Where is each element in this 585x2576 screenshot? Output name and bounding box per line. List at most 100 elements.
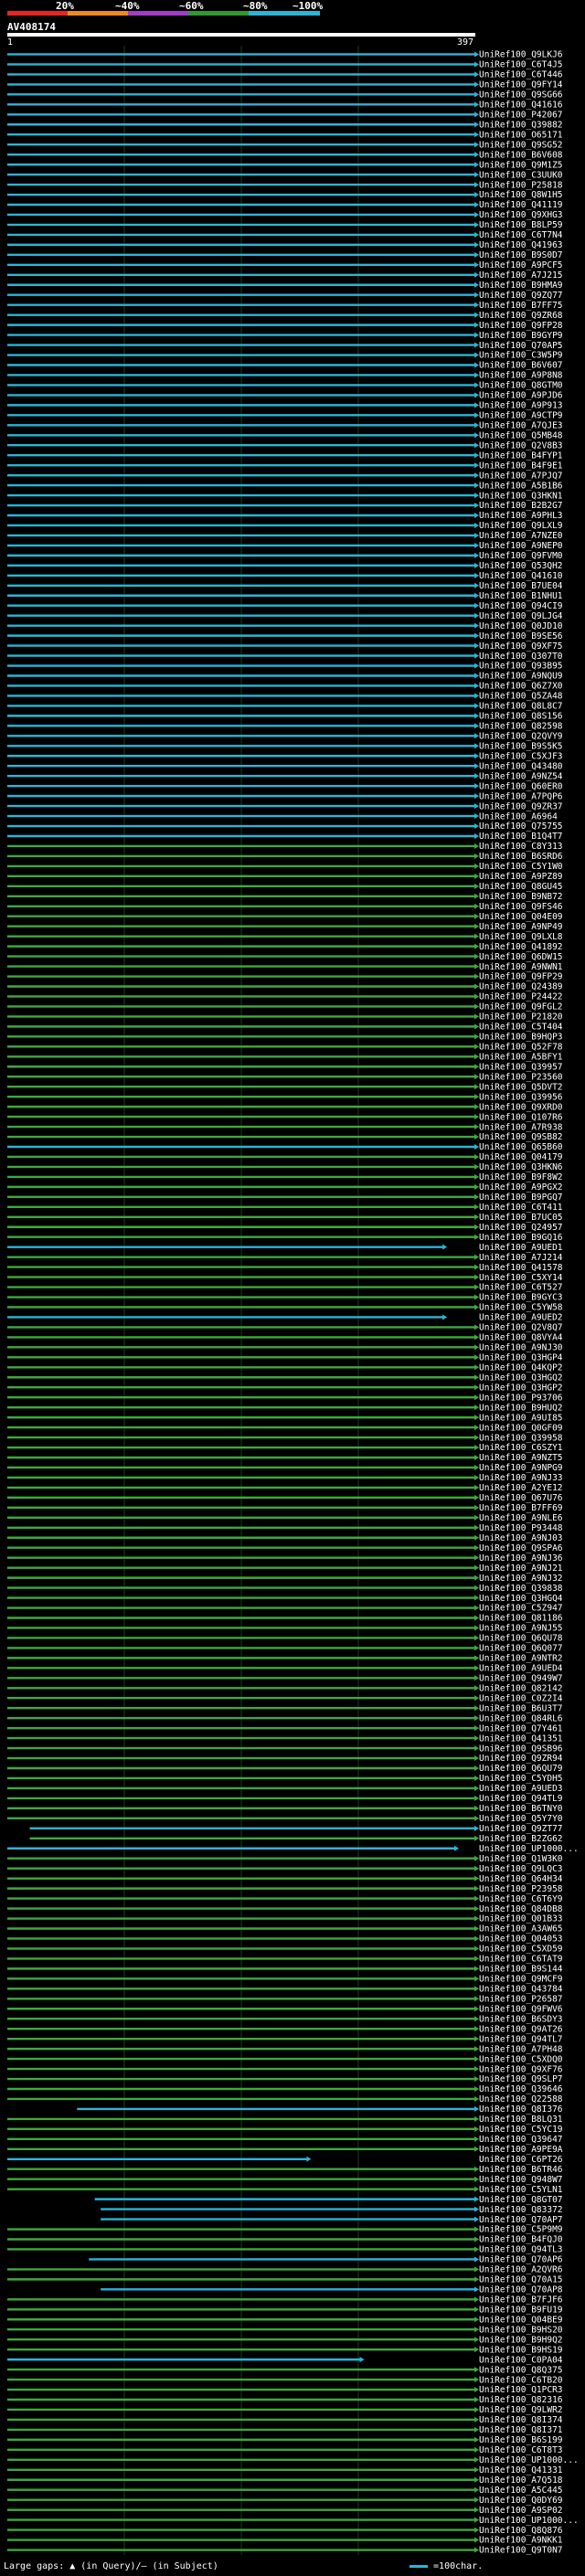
hit-row: UniRef100_B1NHU1 bbox=[7, 591, 563, 601]
hit-label: UniRef100_B7UE04 bbox=[479, 581, 563, 591]
hit-row: UniRef100_Q9SLP7 bbox=[7, 2074, 563, 2084]
hit-row: UniRef100_Q9ZR37 bbox=[7, 801, 563, 811]
hit-label: UniRef100_A9NP49 bbox=[479, 922, 563, 932]
hit-label: UniRef100_A9SP02 bbox=[479, 2506, 563, 2516]
hit-label: UniRef100_Q8VYA4 bbox=[479, 1333, 563, 1343]
hit-row: UniRef100_C6T7N4 bbox=[7, 230, 563, 240]
hit-row: UniRef100_A7J215 bbox=[7, 270, 563, 281]
hit-label: UniRef100_C6T527 bbox=[479, 1283, 563, 1293]
hit-label: UniRef100_Q8L8C7 bbox=[479, 702, 563, 712]
hit-label: UniRef100_A9NTR2 bbox=[479, 1654, 563, 1664]
hit-label: UniRef100_Q04179 bbox=[479, 1152, 563, 1162]
hit-label: UniRef100_P23560 bbox=[479, 1072, 563, 1082]
hit-label: UniRef100_Q9LXL9 bbox=[479, 521, 563, 531]
hit-label: UniRef100_B9HS20 bbox=[479, 2325, 563, 2335]
hit-label: UniRef100_Q70AP6 bbox=[479, 2255, 563, 2265]
hit-row: UniRef100_Q60ER0 bbox=[7, 781, 563, 791]
hit-row: UniRef100_C5YC19 bbox=[7, 2125, 563, 2135]
hit-row: UniRef100_A9NJ21 bbox=[7, 1564, 563, 1574]
hit-row: UniRef100_A9UED1 bbox=[7, 1243, 563, 1253]
hit-row: UniRef100_Q52F78 bbox=[7, 1043, 563, 1053]
hit-label: UniRef100_Q2QVY9 bbox=[479, 732, 563, 742]
hit-row: UniRef100_Q9ZQ77 bbox=[7, 291, 563, 301]
hit-row: UniRef100_C0Z2I4 bbox=[7, 1693, 563, 1703]
hit-label: UniRef100_B9HUQ2 bbox=[479, 1403, 563, 1413]
hit-row: UniRef100_A9NKK1 bbox=[7, 2536, 563, 2546]
hit-row: UniRef100_B1Q4T7 bbox=[7, 832, 563, 842]
hit-row: UniRef100_A9NZT5 bbox=[7, 1453, 563, 1463]
hit-row: UniRef100_Q9FP28 bbox=[7, 321, 563, 331]
hit-label: UniRef100_Q9MCF9 bbox=[479, 1975, 563, 1985]
hit-row: UniRef100_Q9FGL2 bbox=[7, 1002, 563, 1012]
hit-label: UniRef100_Q8GTM0 bbox=[479, 381, 563, 391]
hit-row: UniRef100_A9PZ89 bbox=[7, 872, 563, 882]
hit-label: UniRef100_Q9FGL2 bbox=[479, 1002, 563, 1012]
hit-row: UniRef100_Q22588 bbox=[7, 2094, 563, 2104]
hit-label: UniRef100_Q949W7 bbox=[479, 1674, 563, 1684]
hit-label: UniRef100_B6SRD6 bbox=[479, 852, 563, 862]
hit-row: UniRef100_Q8S156 bbox=[7, 712, 563, 722]
hit-label: UniRef100_B9S0D7 bbox=[479, 250, 563, 260]
hit-row: UniRef100_Q9SB82 bbox=[7, 1132, 563, 1142]
hit-row: UniRef100_Q1PCR3 bbox=[7, 2385, 563, 2395]
hit-row: UniRef100_Q8GU45 bbox=[7, 882, 563, 892]
hit-label: UniRef100_Q94TL7 bbox=[479, 2034, 563, 2044]
hit-label: UniRef100_Q39882 bbox=[479, 120, 563, 130]
hit-row: UniRef100_B7UE04 bbox=[7, 581, 563, 591]
hit-label: UniRef100_Q6DW15 bbox=[479, 952, 563, 962]
hit-row: UniRef100_Q41331 bbox=[7, 2465, 563, 2475]
hit-label: UniRef100_Q39646 bbox=[479, 2084, 563, 2094]
scale-label: =100char. bbox=[433, 2561, 484, 2571]
hit-label: UniRef100_A7PJQ7 bbox=[479, 471, 563, 481]
hit-label: UniRef100_Q5Y7Y0 bbox=[479, 1814, 563, 1824]
hit-row: UniRef100_B9H9Q2 bbox=[7, 2335, 563, 2345]
hit-row: UniRef100_C6T411 bbox=[7, 1203, 563, 1213]
hit-label: UniRef100_B8LP59 bbox=[479, 220, 563, 230]
hit-row: UniRef100_B9HMA9 bbox=[7, 281, 563, 291]
hit-row: UniRef100_Q5MB48 bbox=[7, 430, 563, 440]
hit-row: UniRef100_B9F8W2 bbox=[7, 1172, 563, 1182]
hit-row: UniRef100_B9PGQ7 bbox=[7, 1193, 563, 1203]
hit-label: UniRef100_Q948W7 bbox=[479, 2175, 563, 2185]
hit-row: UniRef100_Q93B95 bbox=[7, 662, 563, 672]
hit-row: UniRef100_Q39956 bbox=[7, 1092, 563, 1102]
hit-label: UniRef100_Q65B60 bbox=[479, 1142, 563, 1152]
hit-label: UniRef100_P26587 bbox=[479, 1994, 563, 2004]
hit-row: UniRef100_C5YDH5 bbox=[7, 1774, 563, 1784]
hit-row: UniRef100_Q04E09 bbox=[7, 912, 563, 922]
hit-row: UniRef100_A9NLE6 bbox=[7, 1513, 563, 1523]
hit-row: UniRef100_Q8GT07 bbox=[94, 2195, 563, 2205]
hit-row: UniRef100_B9GYP9 bbox=[7, 331, 563, 341]
hit-label: UniRef100_B9S5K5 bbox=[479, 741, 563, 751]
hit-row: UniRef100_C5XDQ0 bbox=[7, 2054, 563, 2064]
hit-label: UniRef100_B4FYP1 bbox=[479, 451, 563, 461]
hit-row: UniRef100_A9NJ36 bbox=[7, 1553, 563, 1564]
hit-row: UniRef100_Q94CI9 bbox=[7, 601, 563, 611]
hit-arrow bbox=[306, 2156, 312, 2162]
hit-row: UniRef100_Q9LWR2 bbox=[7, 2405, 563, 2415]
hit-label: UniRef100_Q9T0N7 bbox=[479, 2546, 563, 2556]
hit-row: UniRef100_A9P913 bbox=[7, 401, 563, 411]
hit-row: UniRef100_Q53QH2 bbox=[7, 561, 563, 571]
hit-label: UniRef100_Q41119 bbox=[479, 200, 563, 210]
hit-label: UniRef100_Q6Z7X0 bbox=[479, 682, 563, 692]
hit-row: UniRef100_Q3HGP4 bbox=[7, 1353, 563, 1363]
hit-row: UniRef100_A7QJE3 bbox=[7, 421, 563, 431]
hit-row: UniRef100_A9PCF5 bbox=[7, 260, 563, 270]
hit-label: UniRef100_Q22588 bbox=[479, 2094, 563, 2104]
hit-row: UniRef100_A9NTR2 bbox=[7, 1654, 563, 1664]
hit-label: UniRef100_Q82316 bbox=[479, 2395, 563, 2405]
hit-label: UniRef100_B9NB72 bbox=[479, 892, 563, 902]
hit-row: UniRef100_A7NZE0 bbox=[7, 531, 563, 541]
hit-row: UniRef100_Q04179 bbox=[7, 1152, 563, 1162]
hit-label: UniRef100_Q9SLP7 bbox=[479, 2074, 563, 2084]
hit-label: UniRef100_B6SDY3 bbox=[479, 2014, 563, 2024]
hit-row: UniRef100_Q8W1H5 bbox=[7, 190, 563, 200]
hit-row: UniRef100_C5Y1W0 bbox=[7, 862, 563, 872]
hit-label: UniRef100_Q6QU79 bbox=[479, 1764, 563, 1774]
hit-label: UniRef100_B9GYP9 bbox=[479, 331, 563, 341]
hit-label: UniRef100_Q3HKN6 bbox=[479, 1162, 563, 1172]
hit-row: UniRef100_P21820 bbox=[7, 1012, 563, 1023]
hit-label: UniRef100_Q4KQP2 bbox=[479, 1362, 563, 1373]
hit-label: UniRef100_C5P9M9 bbox=[479, 2225, 563, 2235]
